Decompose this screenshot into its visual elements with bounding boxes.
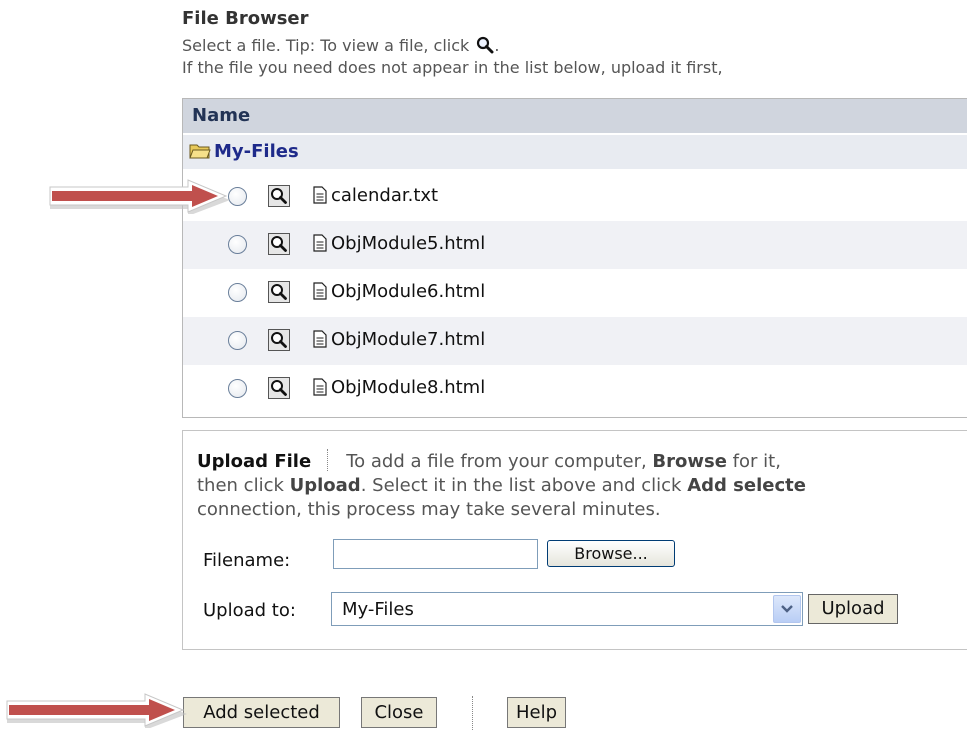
magnifier-icon xyxy=(271,380,287,396)
document-icon xyxy=(313,186,327,208)
upload-to-select[interactable]: My-Files xyxy=(331,592,803,626)
file-name[interactable]: ObjModule5.html xyxy=(331,233,485,254)
upload-to-value: My-Files xyxy=(342,599,414,620)
magnifier-icon xyxy=(271,188,287,204)
upload-panel: Upload File To add a file from your compu… xyxy=(182,430,967,650)
root-folder-row[interactable]: My-Files xyxy=(183,135,967,169)
magnifier-icon xyxy=(271,284,287,300)
filename-label: Filename: xyxy=(203,550,291,571)
document-icon xyxy=(313,282,327,304)
annotation-arrow-icon xyxy=(6,693,187,728)
file-row: ObjModule7.html xyxy=(183,317,967,365)
file-row: ObjModule6.html xyxy=(183,269,967,317)
file-name[interactable]: ObjModule7.html xyxy=(331,329,485,350)
file-name[interactable]: calendar.txt xyxy=(331,185,438,206)
chevron-down-icon[interactable] xyxy=(773,595,801,623)
tip-line-1: Select a file. Tip: To view a file, clic… xyxy=(182,36,499,58)
upload-desc-text: for it, xyxy=(732,451,781,472)
help-button[interactable]: Help xyxy=(507,697,566,728)
upload-to-label: Upload to: xyxy=(203,600,296,621)
browse-button[interactable]: Browse... xyxy=(547,540,675,567)
view-file-button[interactable] xyxy=(268,185,290,207)
file-row: ObjModule5.html xyxy=(183,221,967,269)
file-row: ObjModule8.html xyxy=(183,365,967,413)
magnifier-icon xyxy=(271,332,287,348)
upload-desc-text: connection, this process may take severa… xyxy=(197,499,661,520)
add-selected-button[interactable]: Add selected xyxy=(183,697,340,728)
upload-desc-text: To add a file from your computer, xyxy=(346,451,647,472)
upload-desc-add-selected: Add selecte xyxy=(687,475,806,496)
document-icon xyxy=(313,330,327,352)
file-name[interactable]: ObjModule6.html xyxy=(331,281,485,302)
upload-desc-browse: Browse xyxy=(652,451,727,472)
document-icon xyxy=(313,378,327,400)
view-file-button[interactable] xyxy=(268,233,290,255)
file-radio[interactable] xyxy=(228,235,247,254)
file-radio[interactable] xyxy=(228,331,247,350)
file-name[interactable]: ObjModule8.html xyxy=(331,377,485,398)
file-list-panel: Name My-Files calendar.txt ObjModule5.ht… xyxy=(182,98,967,418)
view-file-button[interactable] xyxy=(268,329,290,351)
document-icon xyxy=(313,234,327,256)
file-radio[interactable] xyxy=(228,379,247,398)
filename-field[interactable] xyxy=(333,539,538,569)
view-file-button[interactable] xyxy=(268,281,290,303)
upload-button[interactable]: Upload xyxy=(808,594,898,624)
upload-desc-upload: Upload xyxy=(289,475,361,496)
upload-title-separator xyxy=(327,449,329,471)
upload-title: Upload File xyxy=(197,451,312,472)
file-row: calendar.txt xyxy=(183,173,967,221)
name-column-header[interactable]: Name xyxy=(183,99,967,133)
view-file-button[interactable] xyxy=(268,377,290,399)
tip-line-2: If the file you need does not appear in … xyxy=(182,58,723,77)
file-radio[interactable] xyxy=(228,283,247,302)
magnifier-icon xyxy=(271,236,287,252)
folder-open-icon xyxy=(189,138,211,172)
tip-text: Select a file. Tip: To view a file, clic… xyxy=(182,36,470,55)
close-button[interactable]: Close xyxy=(361,697,437,728)
upload-desc-text: then click xyxy=(197,475,284,496)
tip-period: . xyxy=(494,36,500,55)
upload-description: Upload File To add a file from your compu… xyxy=(197,449,967,522)
root-folder-label: My-Files xyxy=(214,141,299,162)
footer-separator xyxy=(472,696,473,730)
page-title: File Browser xyxy=(182,8,309,29)
magnifier-icon xyxy=(476,36,494,58)
annotation-arrow-icon xyxy=(49,179,230,214)
upload-desc-text: . Select it in the list above and click xyxy=(360,475,682,496)
